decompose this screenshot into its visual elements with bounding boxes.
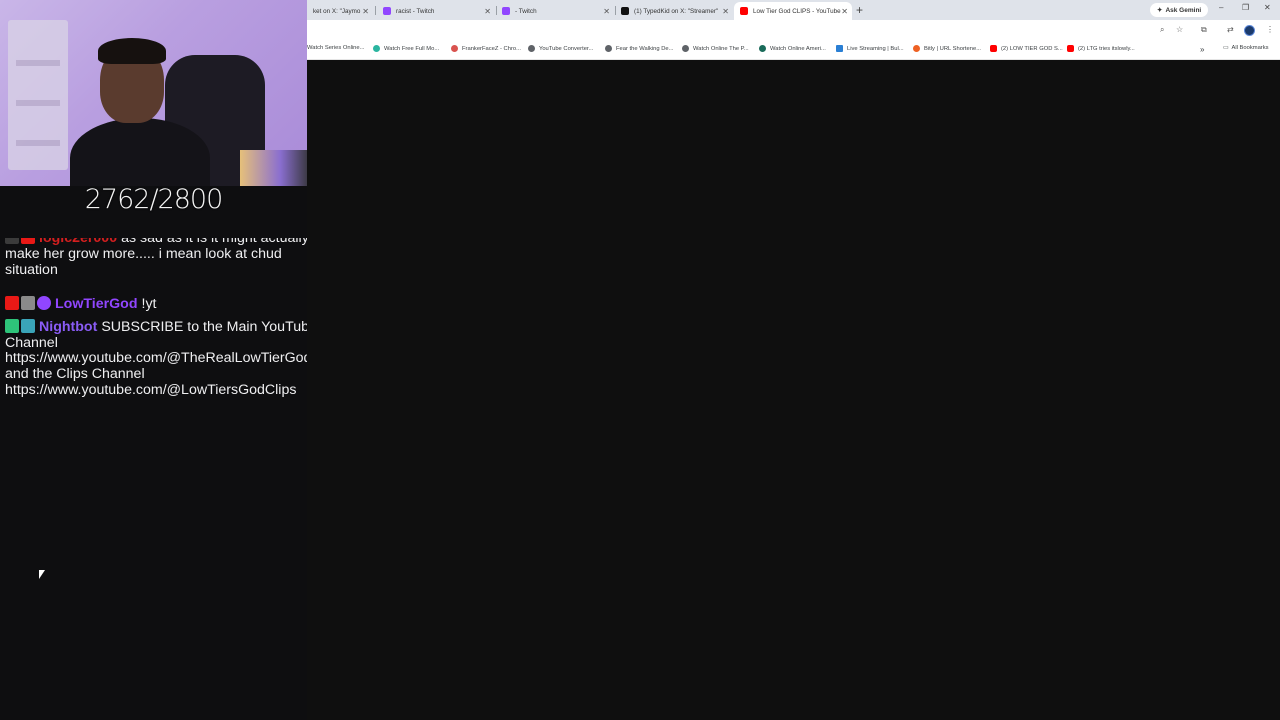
bookmark-item[interactable]: YouTube Converter... [528,45,593,52]
bitly-icon [913,45,920,52]
zoom-icon[interactable]: ⌕ [1160,25,1164,35]
bookmark-item[interactable]: (2) LOW TIER GOD S... [990,45,1063,52]
restore-button[interactable]: ❐ [1242,3,1249,12]
sync-icon[interactable]: ⇄ [1227,25,1234,34]
bookmark-item[interactable]: Watch Online The P... [682,45,749,52]
globe-icon [682,45,689,52]
close-window-button[interactable]: ✕ [1264,3,1271,12]
bookmark-item[interactable]: Bitly | URL Shortene... [913,45,981,52]
chat-username: logic2er000 [39,238,118,246]
globe-icon [528,45,535,52]
minimize-button[interactable]: – [1219,3,1223,12]
moderator-badge-icon [5,318,19,333]
bookmark-label: Fear the Walking De... [616,45,674,52]
chat-badge-icon [21,318,35,333]
tab-label: (1) TypedKid on X: "Streamer" [634,7,719,15]
tab-label: racist - Twitch [396,7,435,15]
chat-message: LowTierGod !yt [5,296,321,313]
bookmark-item[interactable]: Live Streaming | Bul... [836,45,904,52]
bookmark-label: Bitly | URL Shortene... [924,45,982,52]
bookmark-item[interactable]: Fear the Walking De... [605,45,673,52]
chat-badge-icon [21,296,35,310]
bookmark-item[interactable]: (2) LTG tries itslowly... [1067,45,1135,52]
bookmark-label: Watch Online Ameri... [770,45,826,52]
extensions-icon[interactable]: ⧉ [1201,25,1207,35]
folder-icon: ▭ [1223,45,1229,51]
chat-text: !yt [141,296,157,312]
gemini-icon: ✦ [1157,7,1163,14]
youtube-icon [990,45,997,52]
verified-badge-icon [37,296,51,310]
tab-label: - Twitch [515,7,537,15]
youtube-icon [1067,45,1074,52]
chat-message: Nightbot SUBSCRIBE to the Main YouTube Ch… [5,318,321,399]
chat-overlay: logic2er000 as sad as it is it might actu… [5,238,321,405]
bookmark-label: All Bookmarks [1231,45,1269,51]
background-shelf [8,20,68,170]
chat-username: Nightbot [39,318,98,335]
tab-label: Low Tier God CLIPS - YouTube [753,7,841,15]
youtube-icon [740,7,748,15]
bookmark-label: (2) LOW TIER GOD S... [1001,45,1063,52]
chat-badge-icon [21,238,35,244]
bookmarks-bar: Watch Series Online... Watch Free Full M… [307,40,1280,60]
tab-youtube-active[interactable]: Low Tier God CLIPS - YouTube ✕ [734,2,852,20]
bookmark-label: Watch Free Full Mo... [384,45,440,52]
close-icon[interactable]: ✕ [484,7,491,16]
bookmark-item[interactable]: FrankerFaceZ - Chro... [451,45,521,52]
bookmark-label: Live Streaming | Bul... [847,45,904,52]
broadcaster-badge-icon [5,296,19,310]
ask-gemini-button[interactable]: ✦ Ask Gemini [1150,3,1209,17]
tab-label: ket on X: "Jaymo [313,7,361,15]
tab-twitch[interactable]: - Twitch ✕ [496,2,614,20]
bookmark-icon [373,45,380,52]
ask-gemini-label: Ask Gemini [1165,6,1202,14]
x-icon [621,7,629,15]
globe-icon [605,45,612,52]
profile-avatar[interactable] [1244,25,1255,36]
webcam-overlay [0,0,307,186]
page-viewport[interactable] [307,61,1280,720]
chat-badge-icon [5,238,19,244]
all-bookmarks-folder[interactable]: ▭ All Bookmarks [1223,45,1269,51]
tab-strip: ket on X: "Jaymo ✕ racist - Twitch ✕ - T… [307,0,1280,20]
bookmark-item[interactable]: Watch Series Online... [307,45,364,51]
close-icon[interactable]: ✕ [603,7,610,16]
bookmark-icon [759,45,766,52]
twitch-icon [502,7,510,15]
bookmark-label: Watch Series Online... [307,45,365,51]
bookmark-item[interactable]: Watch Free Full Mo... [373,45,439,52]
close-icon[interactable]: ✕ [841,7,848,16]
close-icon[interactable]: ✕ [362,7,369,16]
tab-twitch-racist[interactable]: racist - Twitch ✕ [377,2,495,20]
more-bookmarks-chevron-icon[interactable]: » [1200,45,1204,54]
tab-x-post[interactable]: ket on X: "Jaymo ✕ [307,2,373,20]
browser-toolbar: ⌕ ☆ ⧉ ⇄ ⋮ [307,20,1280,40]
new-tab-button[interactable]: + [856,3,863,17]
bookmark-icon [451,45,458,52]
desk-items [240,150,307,186]
chat-message: logic2er000 as sad as it is it might actu… [5,238,321,290]
bookmark-label: (2) LTG tries itslowly... [1078,45,1135,52]
browser-window: ket on X: "Jaymo ✕ racist - Twitch ✕ - T… [307,0,1280,720]
twitch-icon [383,7,391,15]
goal-counter: 2762/2800 [84,184,224,215]
mouse-cursor-icon [39,570,45,579]
tab-divider [375,6,376,15]
bookmark-label: FrankerFaceZ - Chro... [462,45,521,52]
bookmark-label: YouTube Converter... [539,45,594,52]
bookmark-star-icon[interactable]: ☆ [1176,25,1183,34]
bookmark-item[interactable]: Watch Online Ameri... [759,45,826,52]
streamer-hair [98,38,166,64]
chat-username: LowTierGod [55,296,138,312]
close-icon[interactable]: ✕ [722,7,729,16]
bookmark-label: Watch Online The P... [693,45,749,52]
tab-x-typedkid[interactable]: (1) TypedKid on X: "Streamer" ✕ [615,2,733,20]
menu-icon[interactable]: ⋮ [1266,25,1274,34]
bookmark-icon [836,45,843,52]
